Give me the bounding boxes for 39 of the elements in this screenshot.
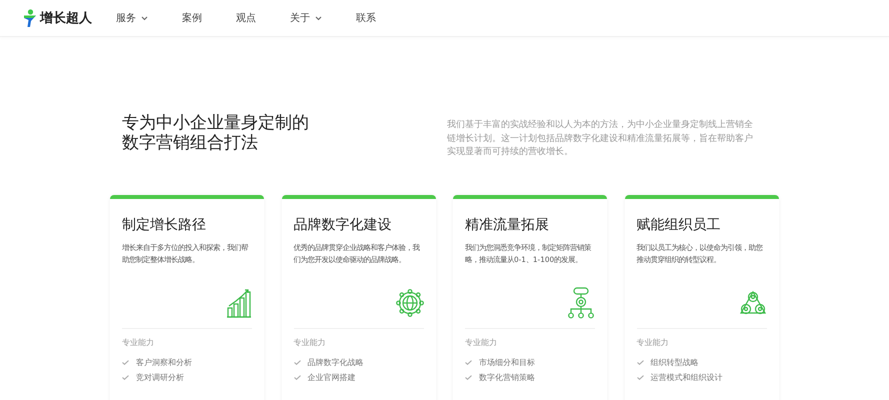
capability-item: 运营模式和组织设计 — [650, 372, 722, 383]
nav-link[interactable]: 案例 — [182, 11, 202, 25]
check-icon — [636, 375, 644, 380]
capability-item: 组织转型战略 — [650, 357, 698, 368]
capability-item: 企业官网搭建 — [308, 372, 356, 383]
check-icon — [636, 360, 644, 365]
capability-item: 品牌数字化战略 — [308, 357, 364, 368]
check-icon — [465, 375, 472, 380]
capability-label: 专业能力 — [636, 337, 670, 348]
capability-label: 专业能力 — [122, 337, 155, 348]
capability-item: 数字化营销策略 — [479, 372, 535, 383]
capability-label: 专业能力 — [465, 337, 498, 348]
hierarchy-icon — [567, 287, 595, 319]
logo-text[interactable]: 增长超人 — [40, 9, 92, 27]
capability-item: 竞对调研分析 — [136, 372, 184, 383]
intro-paragraph: 我们基于丰富的实战经验和以人为本的方法，为中小企业量身定制线上营销全链增长计划。这一计划包括品牌数字化建设和精准流量拓展等，旨在帮助客户实现显著而可持续的营收增长。 — [447, 119, 754, 159]
card-title: 品牌数字化建设 — [294, 216, 392, 234]
nav-link[interactable]: 服务 — [116, 11, 148, 25]
card-title: 精准流量拓展 — [465, 216, 550, 234]
check-icon — [122, 360, 129, 365]
bar-chart-icon — [226, 288, 252, 318]
check-icon — [465, 360, 472, 365]
capability-item: 市场细分和目标 — [479, 357, 535, 368]
team-circles-icon — [738, 290, 766, 316]
card-title: 制定增长路径 — [122, 216, 207, 234]
check-icon — [294, 375, 300, 380]
check-icon — [294, 360, 300, 365]
check-icon — [122, 375, 129, 380]
capability-item: 客户洞察和分析 — [136, 357, 192, 368]
nav-link[interactable]: 关于 — [290, 11, 322, 25]
globe-network-icon — [396, 289, 424, 317]
card-title: 赋能组织员工 — [636, 216, 722, 234]
nav-link[interactable]: 联系 — [356, 11, 376, 25]
chevron-down-icon — [141, 16, 148, 20]
logo-icon — [24, 9, 37, 27]
chevron-down-icon — [315, 16, 322, 20]
nav-link[interactable]: 观点 — [236, 11, 256, 25]
capability-label: 专业能力 — [294, 337, 326, 348]
section-heading: 专为中小企业量身定制的数字营销组合打法 — [122, 113, 310, 155]
